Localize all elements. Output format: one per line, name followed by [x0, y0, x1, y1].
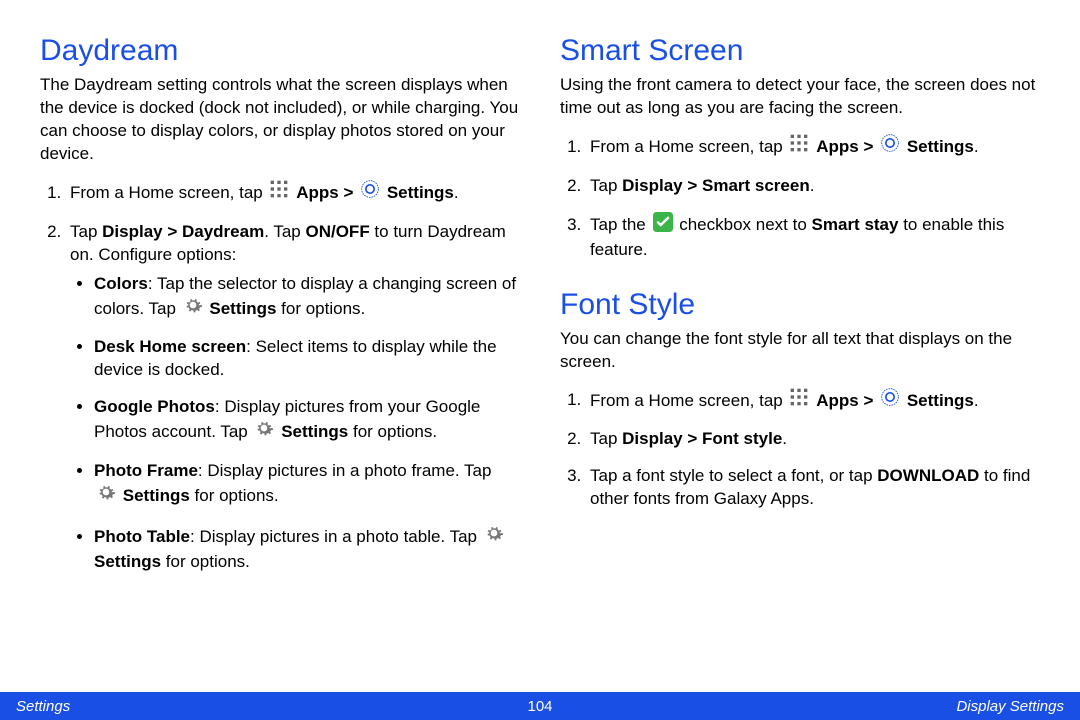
option-photo-frame: Photo Frame: Display pictures in a photo… — [94, 460, 520, 510]
text: : Display pictures in a photo table. Tap — [190, 527, 482, 546]
settings-word: Settings — [209, 298, 276, 317]
daydream-intro: The Daydream setting controls what the s… — [40, 74, 520, 166]
option-desk-home: Desk Home screen: Select items to displa… — [94, 336, 520, 382]
section-title-smart-screen: Smart Screen — [560, 34, 1040, 68]
text: From a Home screen, tap — [70, 183, 267, 202]
apps-label: Apps — [296, 183, 339, 202]
settings-label: Settings — [907, 390, 974, 409]
text: for options. — [190, 486, 279, 505]
settings-icon — [880, 134, 900, 161]
gear-icon — [96, 483, 116, 510]
text: . — [810, 176, 815, 195]
gear-icon — [183, 296, 203, 323]
text: Tap — [590, 429, 622, 448]
text: Tap the — [590, 215, 651, 234]
settings-icon — [880, 388, 900, 415]
text: From a Home screen, tap — [590, 137, 787, 156]
download-label: DOWNLOAD — [877, 466, 979, 485]
apps-icon — [789, 388, 809, 415]
option-title: Desk Home screen — [94, 337, 246, 356]
option-colors: Colors: Tap the selector to display a ch… — [94, 273, 520, 323]
option-title: Google Photos — [94, 397, 215, 416]
path-text: Display > Font style — [622, 429, 782, 448]
font-step-3: Tap a font style to select a font, or ta… — [586, 465, 1040, 511]
gear-icon — [254, 419, 274, 446]
text: > — [863, 137, 878, 156]
settings-word: Settings — [123, 486, 190, 505]
path-text: Display > Smart screen — [622, 176, 810, 195]
text: checkbox next to — [675, 215, 812, 234]
text: for options. — [276, 298, 365, 317]
font-step-2: Tap Display > Font style. — [586, 428, 1040, 451]
section-title-font-style: Font Style — [560, 288, 1040, 322]
settings-label: Settings — [907, 137, 974, 156]
text: Tap — [70, 222, 102, 241]
smart-screen-steps: From a Home screen, tap Apps > Settings.… — [560, 134, 1040, 262]
footer-right: Display Settings — [956, 698, 1064, 715]
text: . — [454, 183, 459, 202]
daydream-options: Colors: Tap the selector to display a ch… — [70, 273, 520, 574]
page-footer: Settings 104 Display Settings — [0, 692, 1080, 720]
footer-left: Settings — [0, 698, 70, 715]
apps-icon — [789, 134, 809, 161]
text: From a Home screen, tap — [590, 390, 787, 409]
font-step-1: From a Home screen, tap Apps > Settings. — [586, 388, 1040, 415]
smart-screen-intro: Using the front camera to detect your fa… — [560, 74, 1040, 120]
column-right: Smart Screen Using the front camera to d… — [560, 34, 1040, 720]
text: Tap — [590, 176, 622, 195]
daydream-step-1: From a Home screen, tap Apps > Settings. — [66, 180, 520, 207]
path-text: Display > Daydream — [102, 222, 264, 241]
onoff-label: ON/OFF — [305, 222, 369, 241]
settings-icon — [360, 180, 380, 207]
smart-step-1: From a Home screen, tap Apps > Settings. — [586, 134, 1040, 161]
option-photo-table: Photo Table: Display pictures in a photo… — [94, 524, 520, 574]
text: > — [863, 390, 878, 409]
option-google-photos: Google Photos: Display pictures from you… — [94, 396, 520, 446]
text: . — [974, 137, 979, 156]
settings-label: Settings — [387, 183, 454, 202]
page-body: Daydream The Daydream setting controls w… — [0, 0, 1080, 720]
apps-icon — [269, 180, 289, 207]
text: for options. — [348, 422, 437, 441]
smart-step-2: Tap Display > Smart screen. — [586, 175, 1040, 198]
daydream-step-2: Tap Display > Daydream. Tap ON/OFF to tu… — [66, 221, 520, 574]
smart-stay-label: Smart stay — [812, 215, 899, 234]
font-style-steps: From a Home screen, tap Apps > Settings.… — [560, 388, 1040, 512]
gear-icon — [484, 524, 504, 551]
option-title: Colors — [94, 274, 148, 293]
apps-label: Apps — [816, 137, 859, 156]
font-style-intro: You can change the font style for all te… — [560, 328, 1040, 374]
option-title: Photo Table — [94, 527, 190, 546]
text: > — [343, 183, 358, 202]
option-title: Photo Frame — [94, 461, 198, 480]
column-left: Daydream The Daydream setting controls w… — [40, 34, 520, 720]
settings-word: Settings — [94, 552, 161, 571]
checkbox-icon — [653, 212, 673, 239]
text: : Display pictures in a photo frame. Tap — [198, 461, 492, 480]
text: for options. — [161, 552, 250, 571]
settings-word: Settings — [281, 422, 348, 441]
daydream-steps: From a Home screen, tap Apps > Settings.… — [40, 180, 520, 574]
text: . Tap — [264, 222, 305, 241]
text: . — [782, 429, 787, 448]
smart-step-3: Tap the checkbox next to Smart stay to e… — [586, 212, 1040, 262]
section-title-daydream: Daydream — [40, 34, 520, 68]
footer-page-number: 104 — [527, 698, 552, 715]
apps-label: Apps — [816, 390, 859, 409]
text: . — [974, 390, 979, 409]
text: Tap a font style to select a font, or ta… — [590, 466, 877, 485]
